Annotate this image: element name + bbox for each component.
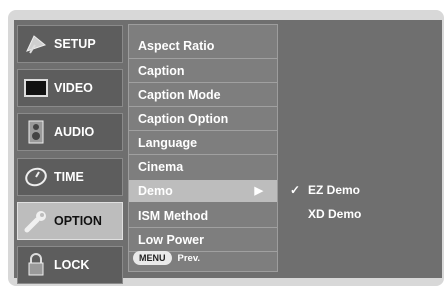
menu-item-caption-mode[interactable]: Caption Mode xyxy=(129,84,277,106)
sidebar-item-option[interactable]: OPTION xyxy=(17,202,123,240)
padlock-icon xyxy=(18,253,54,277)
menu-item-caption[interactable]: Caption xyxy=(129,60,277,82)
menu-item-demo[interactable]: Demo ▶ xyxy=(129,180,277,202)
menu-divider xyxy=(129,227,277,228)
checkmark-icon: ✓ xyxy=(290,183,301,197)
sidebar-item-label: VIDEO xyxy=(54,81,93,95)
menu-item-language[interactable]: Language xyxy=(129,132,277,154)
sidebar-item-label: AUDIO xyxy=(54,125,95,139)
sidebar-item-label: OPTION xyxy=(54,214,102,228)
submenu-item-xd-demo[interactable]: XD Demo xyxy=(278,204,438,224)
tv-screen-icon xyxy=(18,78,54,98)
menu-item-aspect-ratio[interactable]: Aspect Ratio xyxy=(129,35,277,57)
menu-divider xyxy=(129,130,277,131)
menu-divider xyxy=(129,106,277,107)
sidebar-item-label: SETUP xyxy=(54,37,96,51)
menu-divider xyxy=(129,58,277,59)
submenu-item-ez-demo[interactable]: ✓ EZ Demo xyxy=(278,180,438,200)
menu-key-badge[interactable]: MENU xyxy=(133,251,172,265)
menu-item-low-power[interactable]: Low Power xyxy=(129,229,277,251)
clock-icon xyxy=(18,166,54,188)
submenu-item-label: XD Demo xyxy=(308,207,362,221)
sidebar-item-lock[interactable]: LOCK xyxy=(17,246,123,284)
wrench-icon xyxy=(18,208,54,234)
demo-submenu: ✓ EZ Demo XD Demo xyxy=(278,24,442,272)
prev-label: Prev. xyxy=(177,252,201,264)
osd-panel: SETUP VIDEO AUDIO TIME OPTION LOCK Aspec… xyxy=(14,20,442,284)
sidebar-item-setup[interactable]: SETUP xyxy=(17,25,123,63)
sidebar-item-audio[interactable]: AUDIO xyxy=(17,113,123,151)
menu-footer: MENU Prev. xyxy=(133,249,273,267)
sidebar-item-label: TIME xyxy=(54,170,84,184)
menu-item-ism-method[interactable]: ISM Method xyxy=(129,205,277,227)
sidebar-item-label: LOCK xyxy=(54,258,90,272)
satellite-dish-icon xyxy=(18,33,54,55)
menu-divider xyxy=(129,154,277,155)
menu-divider xyxy=(129,82,277,83)
option-menu: Aspect Ratio Caption Caption Mode Captio… xyxy=(128,24,278,272)
speaker-icon xyxy=(18,120,54,144)
submenu-arrow-icon: ▶ xyxy=(254,185,263,197)
submenu-item-label: EZ Demo xyxy=(308,183,361,197)
sidebar-item-time[interactable]: TIME xyxy=(17,158,123,196)
menu-item-caption-option[interactable]: Caption Option xyxy=(129,108,277,130)
menu-item-cinema[interactable]: Cinema xyxy=(129,156,277,178)
sidebar-item-video[interactable]: VIDEO xyxy=(17,69,123,107)
menu-item-label: Demo xyxy=(138,184,173,198)
